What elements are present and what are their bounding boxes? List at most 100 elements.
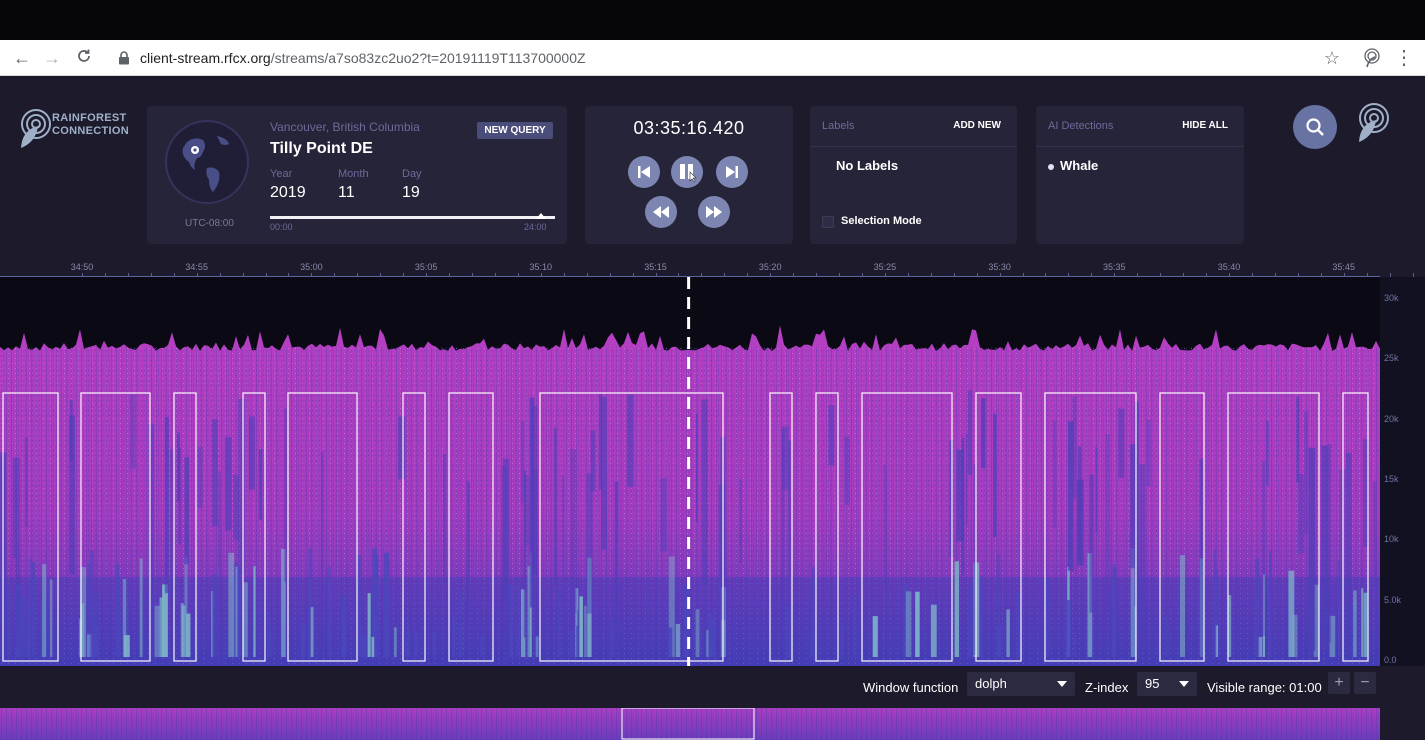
url-path: /streams/a7so83zc2uo2?t=20191119T1137000… bbox=[270, 50, 586, 66]
acoustic-energy-mark bbox=[660, 478, 667, 552]
acoustic-energy-mark bbox=[443, 453, 446, 584]
acoustic-energy-mark bbox=[1328, 444, 1332, 644]
acoustic-energy-mark bbox=[1296, 396, 1300, 483]
spectrogram-canvas[interactable] bbox=[0, 277, 1380, 666]
acoustic-energy-mark bbox=[967, 390, 973, 475]
time-tick-label: 35:20 bbox=[758, 262, 782, 272]
acoustic-call-mark bbox=[610, 621, 615, 657]
acoustic-energy-mark bbox=[284, 408, 287, 582]
skip-next-button[interactable] bbox=[716, 156, 748, 188]
hide-all-button[interactable]: HIDE ALL bbox=[1182, 120, 1228, 131]
acoustic-energy-mark bbox=[965, 433, 968, 525]
search-button[interactable] bbox=[1293, 105, 1337, 149]
acoustic-call-mark bbox=[557, 588, 561, 657]
acoustic-energy-mark bbox=[781, 428, 785, 622]
acoustic-call-mark bbox=[243, 582, 248, 657]
year-value[interactable]: 2019 bbox=[270, 184, 306, 202]
selection-mode-label[interactable]: Selection Mode bbox=[841, 215, 922, 227]
logo-line-1: RAINFOREST bbox=[52, 112, 127, 124]
day-timeline-handle[interactable] bbox=[535, 213, 546, 219]
rfcx-logo-icon bbox=[21, 109, 51, 148]
year-label: Year bbox=[270, 168, 293, 180]
acoustic-energy-mark bbox=[828, 405, 835, 466]
rewind-button[interactable] bbox=[645, 196, 677, 228]
acoustic-call-mark bbox=[852, 593, 858, 657]
acoustic-call-mark bbox=[154, 605, 160, 657]
rfcx-logo[interactable]: RAINFOREST CONNECTION bbox=[18, 108, 129, 152]
window-function-select[interactable]: dolph bbox=[967, 672, 1075, 696]
detection-bullet-icon bbox=[1048, 164, 1054, 170]
zoom-out-button[interactable]: − bbox=[1354, 672, 1376, 694]
add-label-button[interactable]: ADD NEW bbox=[953, 120, 1001, 131]
acoustic-call-mark bbox=[7, 585, 13, 657]
screen-top-band bbox=[0, 0, 1425, 40]
acoustic-call-mark bbox=[405, 631, 410, 657]
acoustic-call-mark bbox=[579, 596, 583, 657]
address-bar[interactable]: client-stream.rfcx.org/streams/a7so83zc2… bbox=[118, 49, 586, 67]
account-logo-icon[interactable] bbox=[1356, 102, 1390, 146]
acoustic-energy-mark bbox=[739, 479, 742, 563]
acoustic-call-mark bbox=[414, 631, 419, 657]
acoustic-call-mark bbox=[706, 630, 709, 657]
spectrogram[interactable] bbox=[0, 277, 1380, 666]
skip-next-icon bbox=[726, 166, 738, 178]
z-index-select[interactable]: 95 bbox=[1137, 672, 1197, 696]
reload-icon[interactable] bbox=[74, 48, 94, 68]
overview-strip[interactable] bbox=[0, 708, 1380, 740]
labels-panel: Labels ADD NEW No Labels Selection Mode bbox=[810, 106, 1017, 244]
location-panel: UTC-08:00 Vancouver, British Columbia NE… bbox=[147, 106, 567, 244]
acoustic-energy-mark bbox=[164, 417, 169, 594]
acoustic-call-mark bbox=[695, 609, 700, 657]
acoustic-call-mark bbox=[300, 623, 306, 657]
acoustic-call-mark bbox=[872, 616, 878, 657]
detection-item-whale[interactable]: Whale bbox=[1060, 158, 1098, 173]
acoustic-call-mark bbox=[1111, 564, 1116, 657]
acoustic-call-mark bbox=[930, 604, 937, 657]
bookmark-star-icon[interactable]: ☆ bbox=[1322, 48, 1342, 68]
month-value[interactable]: 11 bbox=[338, 184, 355, 202]
acoustic-energy-mark bbox=[258, 449, 263, 520]
window-function-label: Window function bbox=[863, 680, 959, 695]
skip-previous-button[interactable] bbox=[628, 156, 660, 188]
new-query-button[interactable]: NEW QUERY bbox=[477, 122, 553, 139]
acoustic-energy-mark bbox=[218, 471, 221, 666]
acoustic-energy-mark bbox=[532, 469, 538, 576]
acoustic-call-mark bbox=[808, 633, 813, 657]
frequency-tick-label: 5.0k bbox=[1384, 594, 1402, 605]
lock-icon bbox=[118, 51, 132, 65]
acoustic-energy-mark bbox=[562, 475, 565, 605]
overview-spectrogram[interactable] bbox=[0, 708, 1380, 740]
player-panel: 03:35:16.420 bbox=[585, 106, 793, 244]
acoustic-energy-mark bbox=[12, 457, 17, 559]
time-ruler[interactable]: 34:50 34:55 35:00 35:05 35:10 35:15 35:20 35:25… bbox=[0, 256, 1414, 278]
acoustic-call-mark bbox=[1065, 600, 1071, 657]
acoustic-call-mark bbox=[383, 552, 390, 657]
timezone-label: UTC-08:00 bbox=[185, 218, 234, 229]
browser-toolbar: ← → client-stream.rfcx.org/streams/a7so8… bbox=[0, 40, 1425, 76]
fast-forward-button[interactable] bbox=[698, 196, 730, 228]
acoustic-call-mark bbox=[1073, 633, 1077, 657]
acoustic-energy-mark bbox=[590, 430, 596, 492]
time-tick-label: 35:30 bbox=[988, 262, 1011, 272]
selection-mode-checkbox[interactable] bbox=[822, 216, 834, 228]
back-icon[interactable]: ← bbox=[12, 48, 32, 68]
acoustic-call-mark bbox=[675, 624, 681, 657]
acoustic-call-mark bbox=[361, 635, 367, 657]
day-timeline-slider[interactable] bbox=[270, 213, 555, 219]
zoom-in-button[interactable]: + bbox=[1328, 672, 1350, 694]
acoustic-call-mark bbox=[180, 603, 184, 657]
acoustic-energy-mark bbox=[224, 437, 232, 531]
acoustic-call-mark bbox=[915, 591, 920, 657]
pause-button[interactable] bbox=[671, 156, 703, 188]
day-value[interactable]: 19 bbox=[402, 184, 420, 202]
browser-menu-icon[interactable]: ⋮ bbox=[1394, 48, 1414, 68]
time-tick-label: 35:10 bbox=[529, 262, 553, 272]
labels-title: Labels bbox=[822, 120, 855, 132]
acoustic-energy-mark bbox=[248, 416, 255, 490]
acoustic-call-mark bbox=[709, 618, 716, 657]
extension-icon[interactable] bbox=[1362, 48, 1382, 68]
frequency-tick-label: 10k bbox=[1384, 534, 1399, 545]
time-tick-label: 35:45 bbox=[1332, 262, 1355, 272]
forward-icon[interactable]: → bbox=[42, 48, 62, 68]
ai-detections-title: AI Detections bbox=[1048, 120, 1114, 132]
